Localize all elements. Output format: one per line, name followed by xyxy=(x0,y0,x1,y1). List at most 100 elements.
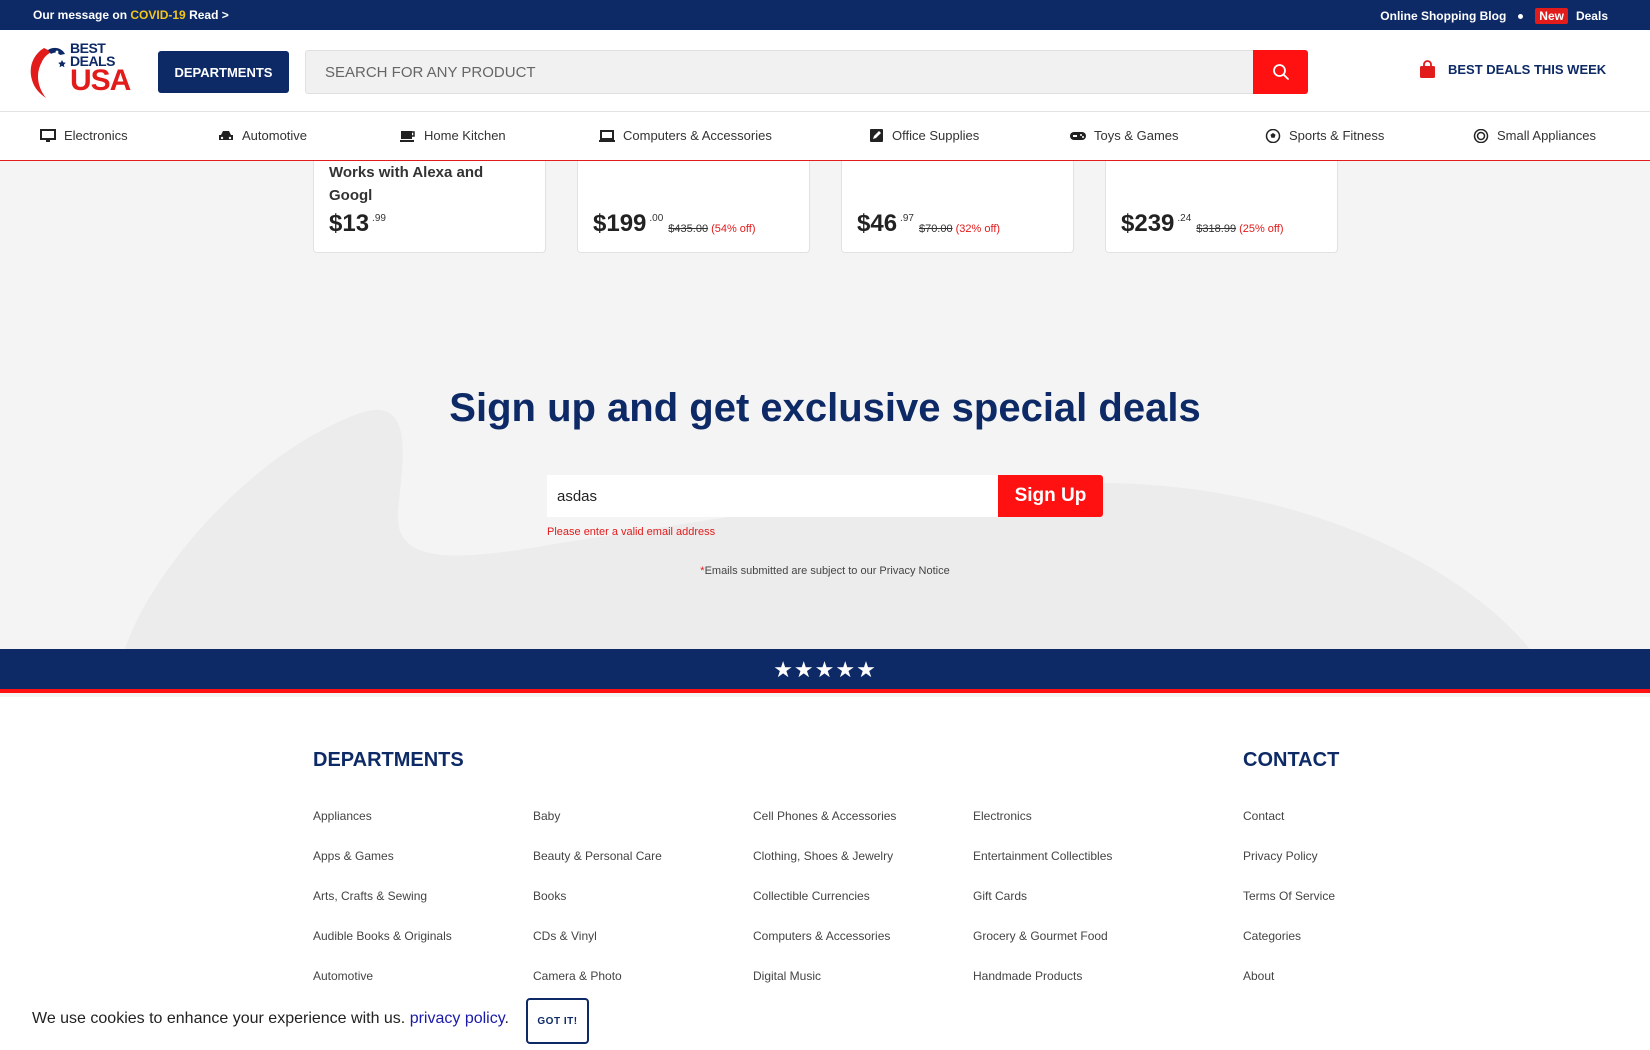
price-dollars: $199 xyxy=(593,210,647,237)
price-dollars: $239 xyxy=(1121,210,1175,237)
site-header: BESTDEALS USA DEPARTMENTS BEST DEALS THI… xyxy=(0,30,1650,112)
category-home-kitchen[interactable]: Home Kitchen xyxy=(400,128,506,143)
footer-categories-link[interactable]: Categories xyxy=(1243,929,1301,943)
sign-up-button[interactable]: Sign Up xyxy=(998,475,1103,517)
footer-department-link[interactable]: Cell Phones & Accessories xyxy=(753,809,896,823)
coffee-cup-icon xyxy=(400,130,415,142)
search-input[interactable] xyxy=(306,51,1251,93)
departments-button[interactable]: DEPARTMENTS xyxy=(158,51,289,93)
footer-department-link[interactable]: Appliances xyxy=(313,809,372,823)
category-label: Small Appliances xyxy=(1497,128,1596,143)
deals-link[interactable]: Deals xyxy=(1576,9,1608,23)
new-badge: New xyxy=(1535,8,1568,24)
category-nav: Electronics Automotive Home Kitchen Comp… xyxy=(0,112,1650,161)
search-button[interactable] xyxy=(1253,50,1308,94)
product-card[interactable]: $199 .00 $435.00 (54% off) xyxy=(577,161,810,253)
product-card[interactable]: $46 .97 $70.00 (32% off) xyxy=(841,161,1074,253)
read-link[interactable]: Read > xyxy=(189,8,229,22)
best-deals-this-week-link[interactable]: BEST DEALS THIS WEEK xyxy=(1419,60,1606,79)
online-shopping-blog-link[interactable]: Online Shopping Blog xyxy=(1380,9,1506,23)
footer-department-link[interactable]: Automotive xyxy=(313,969,373,983)
footer-department-link[interactable]: Electronics xyxy=(973,809,1032,823)
privacy-notice-label: Emails submitted are subject to our Priv… xyxy=(704,565,950,577)
footer-department-link[interactable]: Collectible Currencies xyxy=(753,889,870,903)
footer-department-link[interactable]: Camera & Photo xyxy=(533,969,622,983)
category-small-appliances[interactable]: Small Appliances xyxy=(1473,128,1596,143)
price-dollars: $46 xyxy=(857,210,898,237)
edit-square-icon xyxy=(870,128,883,142)
product-card[interactable]: $239 .24 $318.99 (25% off) xyxy=(1105,161,1338,253)
discount-label: (32% off) xyxy=(955,223,1001,235)
category-sports-fitness[interactable]: Sports & Fitness xyxy=(1265,128,1384,143)
category-label: Toys & Games xyxy=(1094,128,1179,143)
price-cents: .00 xyxy=(649,213,664,224)
category-automotive[interactable]: Automotive xyxy=(218,128,307,143)
footer-departments-heading: DEPARTMENTS xyxy=(313,749,464,771)
covid-message-prefix: Our message on xyxy=(33,8,128,22)
monitor-icon xyxy=(40,128,56,142)
footer-department-link[interactable]: CDs & Vinyl xyxy=(533,929,597,943)
product-title[interactable]: Works with Alexa and Googl xyxy=(329,161,529,207)
shopping-bag-icon xyxy=(1420,60,1435,78)
footer-department-link[interactable]: Digital Music xyxy=(753,969,821,983)
footer-department-link[interactable]: Grocery & Gourmet Food xyxy=(973,929,1108,943)
price-cents: .24 xyxy=(1177,213,1192,224)
footer-department-link[interactable]: Gift Cards xyxy=(973,889,1027,903)
got-it-button[interactable]: GOT IT! xyxy=(526,998,589,1044)
category-label: Sports & Fitness xyxy=(1289,128,1385,143)
footer-contact-link[interactable]: Contact xyxy=(1243,809,1284,823)
original-price: $318.99 xyxy=(1196,223,1237,235)
price-cents: .99 xyxy=(372,213,386,224)
category-label: Home Kitchen xyxy=(424,128,506,143)
footer-department-link[interactable]: Baby xyxy=(533,809,560,823)
footer-department-link[interactable]: Arts, Crafts & Sewing xyxy=(313,889,427,903)
footer-department-link[interactable]: Beauty & Personal Care xyxy=(533,849,662,863)
footer-department-link[interactable]: Computers & Accessories xyxy=(753,929,890,943)
discount-label: (54% off) xyxy=(711,223,756,235)
signup-background xyxy=(0,253,1650,649)
product-price: $199 .00 $435.00 (54% off) xyxy=(593,211,756,237)
email-input[interactable] xyxy=(547,475,999,517)
product-price: $13 .99 xyxy=(329,211,386,237)
eagle-logo-icon xyxy=(30,47,66,98)
footer-department-link[interactable]: Apps & Games xyxy=(313,849,394,863)
category-office-supplies[interactable]: Office Supplies xyxy=(868,128,979,143)
discount-label: (25% off) xyxy=(1239,223,1284,235)
category-label: Electronics xyxy=(64,128,128,143)
cookie-message-period: . xyxy=(504,1010,509,1027)
footer-department-link[interactable]: Entertainment Collectibles xyxy=(973,849,1112,863)
wave-decoration xyxy=(125,409,1530,649)
covid-message[interactable]: Our message on COVID-19 Read > xyxy=(33,8,229,22)
footer-about-link[interactable]: About xyxy=(1243,969,1274,983)
covid-label: COVID-19 xyxy=(130,8,186,22)
target-icon xyxy=(1473,128,1489,143)
cookie-message: We use cookies to enhance your experienc… xyxy=(32,1010,509,1028)
category-electronics[interactable]: Electronics xyxy=(40,128,128,143)
category-toys-games[interactable]: Toys & Games xyxy=(1070,128,1179,143)
footer-contact-heading: CONTACT xyxy=(1243,749,1340,771)
price-cents: .97 xyxy=(900,213,914,224)
footer-department-link[interactable]: Handmade Products xyxy=(973,969,1082,983)
rating-stars-band: ★★★★★ xyxy=(0,649,1650,693)
price-dollars: $13 xyxy=(329,210,370,237)
footer-department-link[interactable]: Clothing, Shoes & Jewelry xyxy=(753,849,893,863)
original-price: $435.00 xyxy=(668,223,709,235)
email-error-message: Please enter a valid email address xyxy=(547,526,716,538)
product-price: $239 .24 $318.99 (25% off) xyxy=(1121,211,1284,237)
signup-heading: Sign up and get exclusive special deals xyxy=(449,386,1201,430)
footer-department-link[interactable]: Books xyxy=(533,889,566,903)
best-deals-label: BEST DEALS THIS WEEK xyxy=(1448,62,1607,77)
footer-department-link[interactable]: Audible Books & Originals xyxy=(313,929,452,943)
privacy-policy-link[interactable]: privacy policy xyxy=(410,1010,505,1027)
separator-dot xyxy=(1518,13,1524,19)
original-price: $70.00 xyxy=(918,223,953,235)
category-label: Automotive xyxy=(242,128,308,143)
product-card[interactable]: Works with Alexa and Googl $13 .99 xyxy=(313,161,546,253)
category-label: Computers & Accessories xyxy=(623,128,772,143)
category-computers-accessories[interactable]: Computers & Accessories xyxy=(599,128,772,143)
best-deals-usa-logo[interactable]: BEST DEALS USA xyxy=(24,41,136,100)
search-icon xyxy=(1272,64,1289,80)
footer-privacy-policy-link[interactable]: Privacy Policy xyxy=(1243,849,1318,863)
category-label: Office Supplies xyxy=(892,128,980,143)
footer-terms-link[interactable]: Terms Of Service xyxy=(1243,889,1335,903)
